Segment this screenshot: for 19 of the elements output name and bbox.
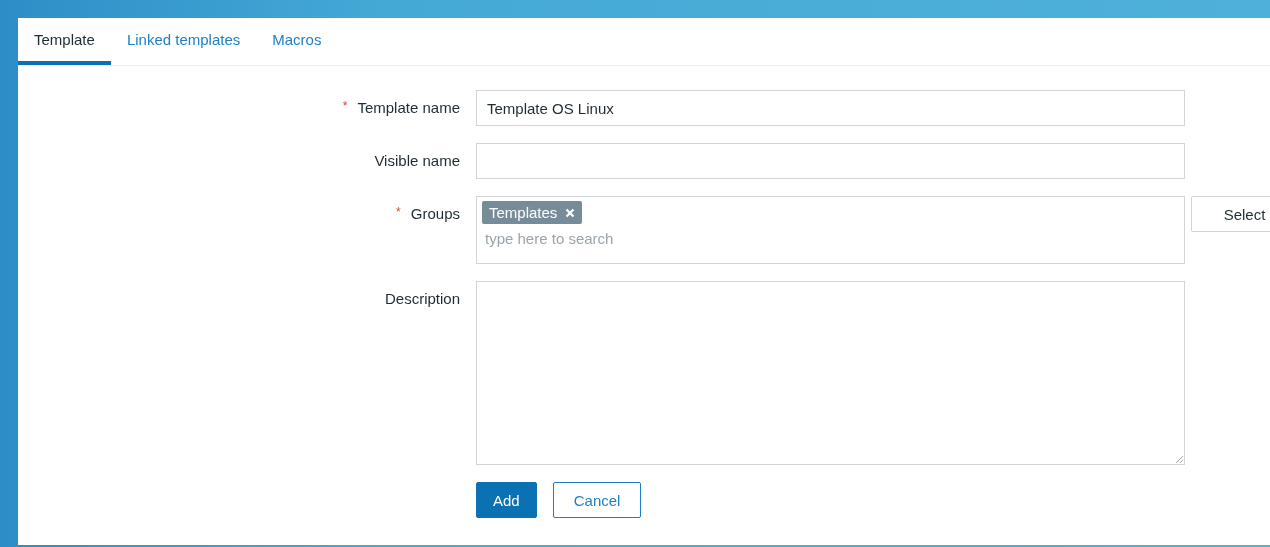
cancel-button[interactable]: Cancel <box>552 482 642 518</box>
text-field[interactable] <box>476 143 1185 179</box>
text-field[interactable]: Template OS Linux <box>476 90 1185 126</box>
field-label: Groups <box>410 205 460 222</box>
add-button[interactable]: Add <box>476 482 537 518</box>
field-label: Visible name <box>374 152 460 169</box>
tab[interactable]: Template <box>18 18 111 65</box>
tab[interactable]: Linked templates <box>110 18 257 65</box>
remove-icon[interactable] <box>565 207 576 218</box>
field-label: Description <box>384 290 460 307</box>
select-button[interactable]: Select <box>1191 196 1270 232</box>
tag-label: Templates <box>489 204 558 221</box>
groups-field[interactable]: Templates type here to search <box>476 196 1185 264</box>
field-label: Template name <box>357 99 460 116</box>
description-field[interactable] <box>476 281 1185 465</box>
required-asterisk: * <box>342 99 348 113</box>
tab[interactable]: Macros <box>256 18 338 65</box>
required-asterisk: * <box>395 205 401 219</box>
resize-grip-icon[interactable] <box>1175 455 1183 463</box>
